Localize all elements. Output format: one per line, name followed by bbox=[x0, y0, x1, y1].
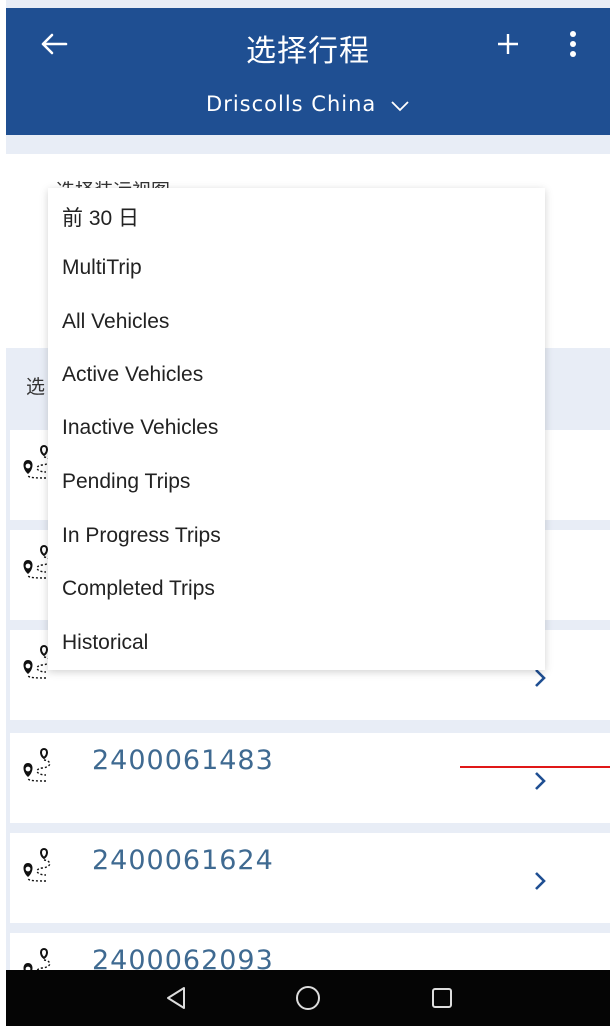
route-pin-icon bbox=[23, 847, 51, 882]
dropdown-item-active-vehicles[interactable]: Active Vehicles bbox=[62, 363, 203, 387]
trip-id: 2400061483 bbox=[92, 745, 274, 776]
chevron-down-icon bbox=[390, 93, 410, 117]
more-menu-button[interactable] bbox=[558, 24, 588, 64]
circle-home-icon bbox=[296, 986, 320, 1010]
system-nav-bar bbox=[6, 970, 610, 1026]
chevron-right-icon bbox=[535, 872, 546, 890]
nav-back-button[interactable] bbox=[156, 980, 196, 1016]
plus-icon bbox=[498, 34, 518, 54]
company-selector[interactable]: Driscolls China bbox=[6, 92, 610, 117]
dropdown-item-last-30-days[interactable]: 前 30 日 bbox=[62, 202, 139, 232]
triangle-back-icon bbox=[167, 987, 185, 1009]
dropdown-item-inactive-vehicles[interactable]: Inactive Vehicles bbox=[62, 416, 218, 440]
trip-card[interactable]: 2400061624 bbox=[10, 833, 610, 923]
shipment-view-dropdown: 前 30 日 MultiTrip All Vehicles Active Veh… bbox=[48, 188, 545, 670]
square-recents-icon bbox=[432, 988, 452, 1008]
app-screen: 选择行程 Driscolls China 选择装运视图 选 bbox=[6, 0, 610, 1026]
trip-card[interactable]: 2400061483 bbox=[10, 733, 610, 823]
dropdown-item-all-vehicles[interactable]: All Vehicles bbox=[62, 310, 169, 334]
app-header: 选择行程 Driscolls China bbox=[6, 8, 610, 135]
company-name: Driscolls China bbox=[206, 92, 377, 116]
chevron-right-icon bbox=[535, 772, 546, 790]
dropdown-item-multitrip[interactable]: MultiTrip bbox=[62, 256, 142, 280]
nav-home-button[interactable] bbox=[288, 980, 328, 1016]
add-button[interactable] bbox=[488, 24, 528, 64]
dropdown-item-pending-trips[interactable]: Pending Trips bbox=[62, 470, 190, 494]
dropdown-item-in-progress-trips[interactable]: In Progress Trips bbox=[62, 524, 221, 548]
nav-recents-button[interactable] bbox=[422, 980, 462, 1016]
annotation-line bbox=[460, 766, 610, 768]
dropdown-item-completed-trips[interactable]: Completed Trips bbox=[62, 577, 215, 601]
more-vertical-icon bbox=[570, 31, 576, 57]
route-pin-icon bbox=[23, 747, 51, 782]
trip-id: 2400061624 bbox=[92, 845, 274, 876]
dropdown-item-historical[interactable]: Historical bbox=[62, 631, 148, 655]
trip-section-label: 选 bbox=[26, 376, 46, 398]
